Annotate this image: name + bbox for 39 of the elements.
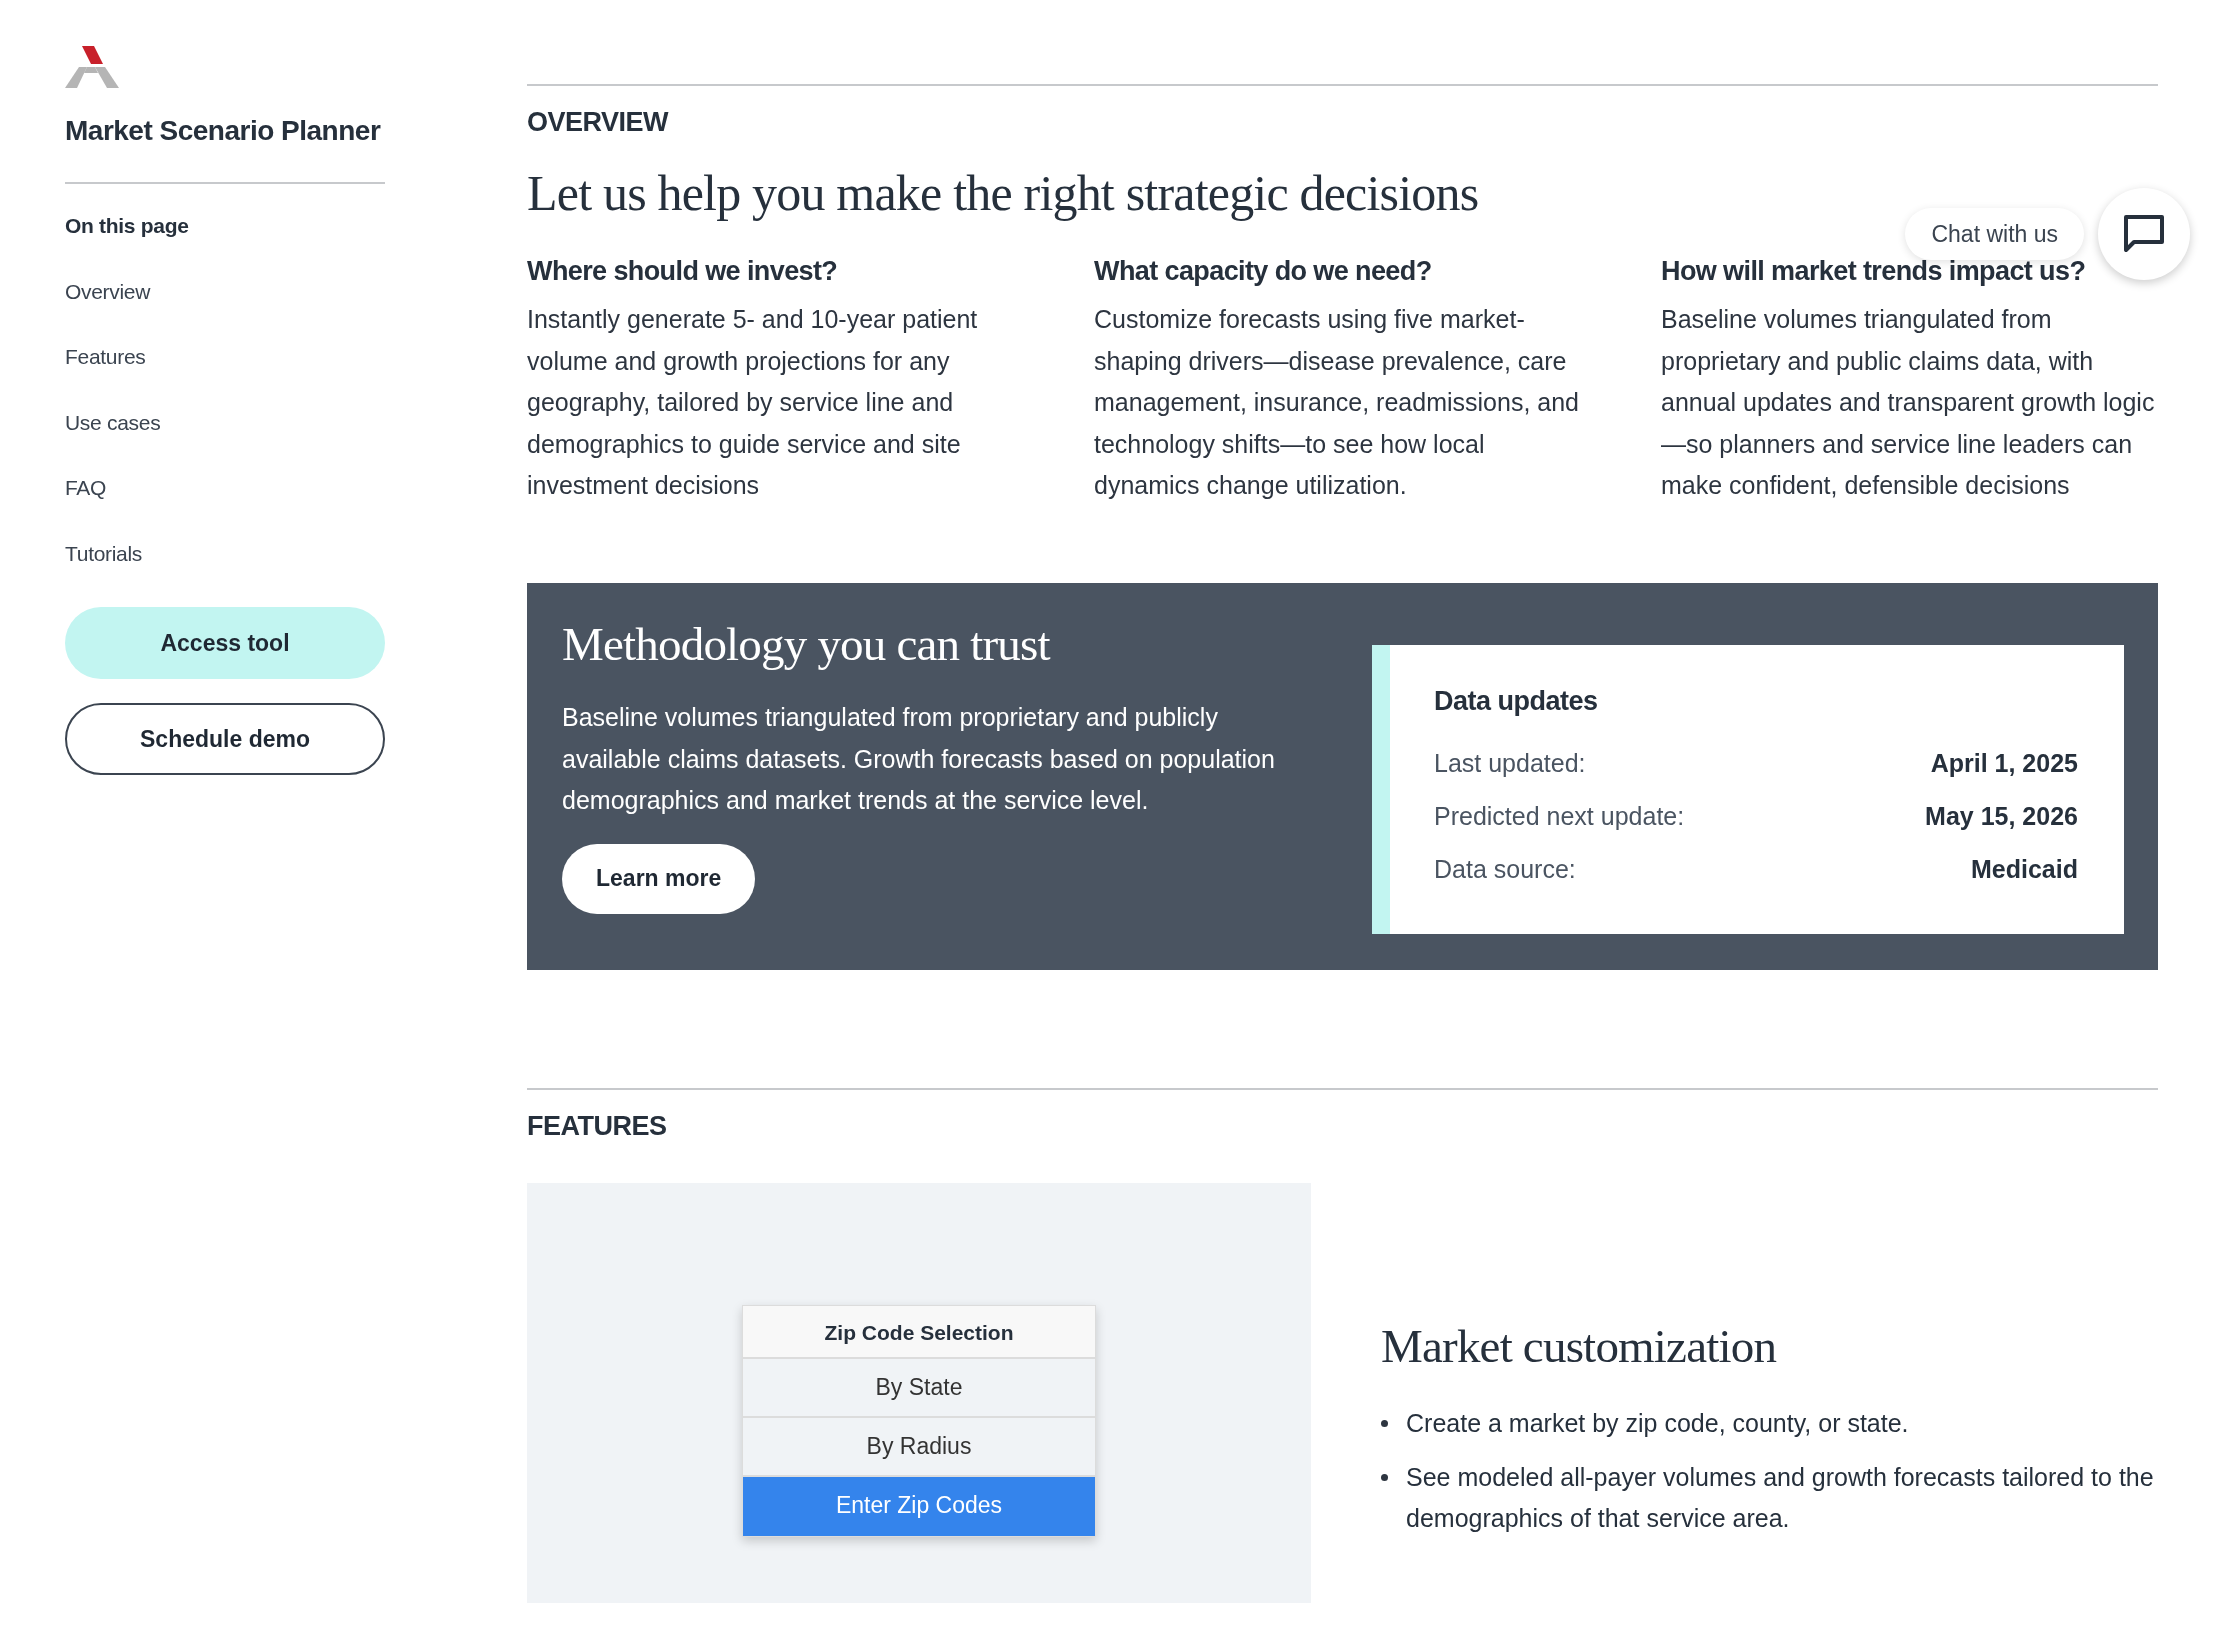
bullet-text: Create a market by zip code, county, or state. — [1406, 1408, 1909, 1439]
product-title: Market Scenario Planner — [65, 114, 382, 148]
nav-link[interactable]: Overview — [65, 275, 385, 307]
section-heading: FEATURES — [527, 1110, 668, 1143]
field-value: Medicaid — [1971, 854, 2078, 885]
panel-text: Baseline volumes triangulated from proprietary and publicly available claims datasets. Growth forecasts based on population demographics and market trends at the service level. — [562, 702, 1276, 816]
field-value: April 1, 2025 — [1930, 748, 2078, 779]
panel-heading: Methodology you can trust — [562, 616, 1052, 672]
feature-heading: Market customization — [1381, 1318, 1778, 1374]
column-text: Baseline volumes triangulated from proprietary and public claims data, with annual updates and transparent growth logic—so planners and service line leaders can make confident, defensible decisions — [1661, 304, 2156, 501]
chat-label-button[interactable]: Chat with us — [1905, 207, 2084, 261]
column-heading: What capacity do we need? — [1094, 254, 1433, 288]
column-text: Customize forecasts using five market-shaping drivers—disease prevalence, care management, insurance, readmissions, and technology shifts—to see how local dynamics change utilization. — [1094, 304, 1580, 501]
chat-bubble-icon — [2123, 214, 2165, 254]
menu-title: Zip Code Selection — [743, 1305, 1095, 1359]
menu-option[interactable]: By State — [743, 1358, 1095, 1418]
card-title: Data updates — [1434, 684, 1599, 718]
field-label: Data source: — [1434, 854, 1576, 885]
nav-link[interactable]: Tutorials — [65, 537, 385, 569]
column-text: Instantly generate 5- and 10-year patient volume and growth projections for any geography, tailored by service line and demographics to guide service and site investment decisions — [527, 304, 979, 501]
bullet-text: See modeled all-payer volumes and growth forecasts tailored to the demographics of that service area. — [1406, 1461, 2155, 1534]
bullet-icon — [1381, 1473, 1388, 1481]
field-value: May 15, 2026 — [1925, 801, 2078, 832]
nav-link[interactable]: FAQ — [65, 472, 385, 504]
menu-option[interactable]: Enter Zip Codes — [743, 1476, 1095, 1536]
nav-link[interactable]: Use cases — [65, 406, 385, 438]
chat-button[interactable] — [2098, 188, 2190, 280]
learn-more-button[interactable]: Learn more — [562, 843, 756, 914]
field-label: Last updated: — [1434, 748, 1586, 779]
bullet-icon — [1381, 1420, 1388, 1427]
column-heading: Where should we invest? — [527, 254, 839, 288]
field-label: Predicted next update: — [1434, 801, 1685, 832]
page-heading: Let us help you make the right strategic decisions — [527, 163, 1480, 223]
demo-button[interactable]: Schedule demo — [65, 703, 385, 775]
section-label: On this page — [65, 213, 190, 239]
section-heading: OVERVIEW — [527, 106, 670, 139]
logo-icon — [65, 46, 119, 88]
access-button[interactable]: Access tool — [65, 607, 385, 679]
nav-link[interactable]: Features — [65, 341, 385, 373]
